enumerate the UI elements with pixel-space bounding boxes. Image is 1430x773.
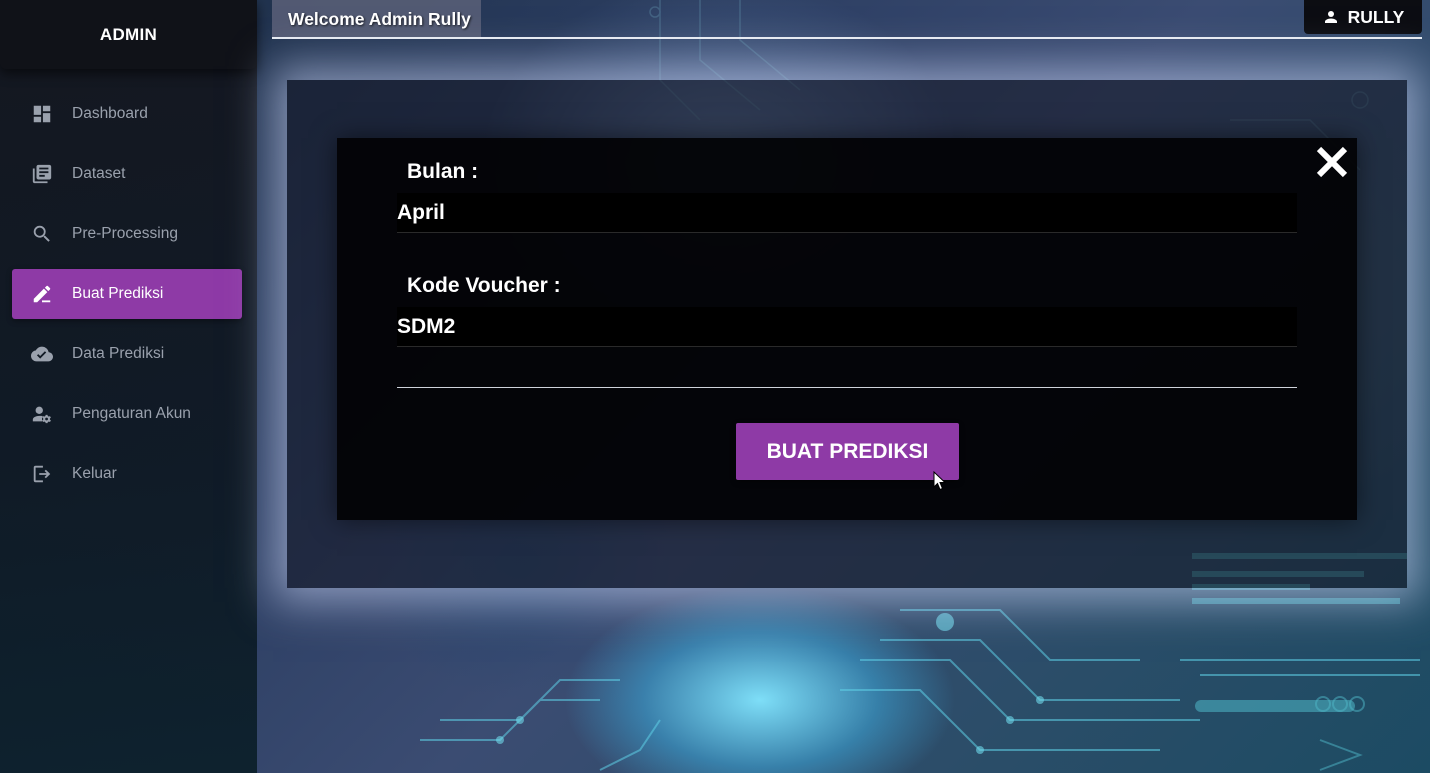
bulan-field[interactable]: April	[397, 193, 1297, 233]
edit-pen-icon	[30, 282, 54, 306]
sidebar-item-label: Buat Prediksi	[72, 285, 164, 302]
close-icon	[1316, 146, 1348, 178]
buat-prediksi-button[interactable]: BUAT PREDIKSI	[736, 423, 959, 480]
library-books-icon	[30, 162, 54, 186]
sidebar-item-pengaturan-akun[interactable]: Pengaturan Akun	[12, 389, 242, 439]
sidebar-brand: ADMIN	[0, 0, 257, 69]
welcome-banner: Welcome Admin Rully	[272, 0, 481, 38]
sidebar-item-label: Dashboard	[72, 105, 148, 122]
search-icon	[30, 222, 54, 246]
bulan-label: Bulan :	[407, 160, 479, 183]
kode-voucher-field[interactable]: SDM2	[397, 307, 1297, 347]
user-name: RULLY	[1347, 6, 1405, 27]
kode-voucher-label: Kode Voucher :	[407, 274, 561, 297]
person-icon	[1324, 11, 1337, 23]
sidebar: ADMIN Dashboard Dataset Pre-Processing B…	[0, 0, 257, 773]
sidebar-item-dashboard[interactable]: Dashboard	[12, 89, 242, 139]
user-menu-button[interactable]: RULLY	[1304, 0, 1422, 34]
sidebar-item-pre-processing[interactable]: Pre-Processing	[12, 209, 242, 259]
close-button[interactable]	[1313, 143, 1351, 181]
sidebar-item-dataset[interactable]: Dataset	[12, 149, 242, 199]
sidebar-item-label: Pre-Processing	[72, 225, 178, 242]
sidebar-item-buat-prediksi[interactable]: Buat Prediksi	[12, 269, 242, 319]
mouse-cursor-icon	[933, 471, 947, 491]
sidebar-item-data-prediksi[interactable]: Data Prediksi	[12, 329, 242, 379]
dashboard-icon	[30, 102, 54, 126]
form-divider	[397, 387, 1297, 388]
sidebar-nav: Dashboard Dataset Pre-Processing Buat Pr…	[12, 89, 242, 509]
cloud-check-icon	[30, 342, 54, 366]
logout-icon	[30, 462, 54, 486]
sidebar-item-label: Keluar	[72, 465, 117, 482]
sidebar-item-label: Dataset	[72, 165, 126, 182]
sidebar-item-keluar[interactable]: Keluar	[12, 449, 242, 499]
sidebar-item-label: Pengaturan Akun	[72, 405, 191, 422]
header-divider	[272, 37, 1422, 39]
prediction-modal: Bulan : April Kode Voucher : SDM2 BUAT P…	[337, 138, 1357, 520]
user-settings-icon	[30, 402, 54, 426]
sidebar-item-label: Data Prediksi	[72, 345, 165, 362]
